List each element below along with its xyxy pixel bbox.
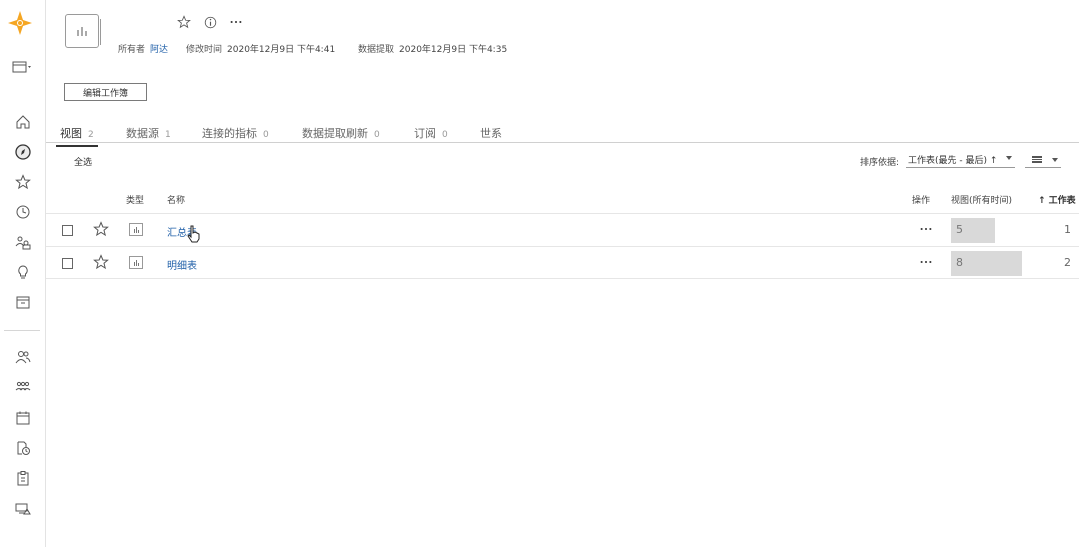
row-checkbox[interactable]	[62, 225, 73, 236]
tab-data-sources[interactable]: 数据源 1	[126, 125, 171, 141]
tab-lineage[interactable]: 世系	[480, 125, 502, 141]
site-switcher-icon[interactable]	[0, 55, 46, 79]
sort-dropdown[interactable]: 工作表(最先 - 最后) ↑	[906, 151, 1015, 168]
recommendations-lightbulb-icon[interactable]	[0, 260, 46, 284]
column-header-sheet[interactable]: ↑ 工作表	[1038, 193, 1076, 206]
recents-clock-icon[interactable]	[0, 200, 46, 224]
tab-label: 订阅	[414, 127, 436, 140]
workbook-thumbnail	[65, 14, 101, 48]
tableau-logo[interactable]	[7, 10, 33, 36]
explore-icon[interactable]	[0, 140, 46, 164]
column-header-type[interactable]: 类型	[126, 193, 144, 206]
views-count: 8	[956, 256, 963, 269]
tab-subscriptions[interactable]: 订阅 0	[414, 125, 448, 141]
owner-link[interactable]: 阿达	[150, 45, 168, 55]
tasks-clock-icon[interactable]	[0, 436, 46, 460]
edit-workbook-button[interactable]: 编辑工作簿	[64, 83, 147, 101]
view-name-link[interactable]: 明细表	[167, 257, 197, 272]
column-header-name[interactable]: 名称	[167, 193, 185, 206]
modified-value: 2020年12月9日 下午4:41	[227, 45, 336, 55]
hand-cursor-icon	[187, 225, 200, 243]
table-row: 明细表 8 2	[46, 246, 1079, 279]
view-mode-dropdown[interactable]	[1025, 151, 1061, 168]
extract-meta: 数据提取 2020年12月9日 下午4:35	[358, 42, 507, 55]
row-more-actions-icon[interactable]	[919, 222, 933, 236]
view-type-icon	[129, 256, 143, 269]
schedules-calendar-icon[interactable]	[0, 406, 46, 430]
tab-views[interactable]: 视图 2	[56, 125, 98, 147]
favorite-star-icon[interactable]	[93, 254, 109, 270]
users-icon[interactable]	[0, 345, 46, 369]
extract-value: 2020年12月9日 下午4:35	[399, 45, 508, 55]
tab-label: 视图	[60, 127, 82, 140]
tab-bar: 视图 2 数据源 1 连接的指标 0 数据提取刷新 0 订阅 0 世系	[46, 122, 1079, 147]
column-header-views[interactable]: 视图(所有时间)	[951, 193, 1012, 206]
favorites-star-icon[interactable]	[0, 170, 46, 194]
tab-count: 0	[374, 130, 380, 140]
server-status-icon[interactable]	[0, 496, 46, 520]
jobs-clipboard-icon[interactable]	[0, 466, 46, 490]
info-icon[interactable]	[202, 14, 218, 30]
tab-count: 0	[263, 130, 269, 140]
sheet-number: 1	[1064, 223, 1071, 236]
tab-count: 0	[442, 130, 448, 140]
chevron-down-icon	[1052, 158, 1058, 162]
tab-label: 世系	[480, 127, 502, 140]
tab-extract-refreshes[interactable]: 数据提取刷新 0	[302, 125, 380, 141]
modified-meta: 修改时间 2020年12月9日 下午4:41	[186, 42, 335, 55]
tab-count: 2	[88, 130, 94, 140]
tab-connected-metrics[interactable]: 连接的指标 0	[202, 125, 269, 141]
column-header-action: 操作	[912, 196, 931, 206]
sidebar-divider	[4, 330, 40, 331]
modified-label: 修改时间	[186, 45, 223, 55]
tab-label: 数据源	[126, 127, 159, 140]
list-view-icon	[1032, 156, 1042, 163]
sort-value: 工作表(最先 - 最后) ↑	[908, 155, 998, 166]
owner-label: 所有者	[118, 45, 146, 55]
row-more-actions-icon[interactable]	[919, 255, 933, 269]
collections-box-icon[interactable]	[0, 290, 46, 314]
left-sidebar	[0, 0, 46, 547]
chevron-down-icon	[1006, 156, 1012, 160]
tab-count: 1	[165, 130, 171, 140]
favorite-star-icon[interactable]	[176, 14, 192, 30]
bar-chart-icon	[77, 27, 87, 36]
shared-with-me-icon[interactable]	[0, 230, 46, 254]
tab-label: 数据提取刷新	[302, 127, 368, 140]
groups-icon[interactable]	[0, 375, 46, 399]
home-icon[interactable]	[0, 110, 46, 134]
sort-label: 排序依据:	[860, 158, 900, 168]
row-checkbox[interactable]	[62, 258, 73, 269]
sheet-number: 2	[1064, 256, 1071, 269]
tab-label: 连接的指标	[202, 127, 257, 140]
more-actions-icon[interactable]	[228, 14, 244, 30]
views-count: 5	[956, 223, 963, 236]
extract-label: 数据提取	[358, 45, 395, 55]
select-all-link[interactable]: 全选	[74, 155, 92, 168]
favorite-star-icon[interactable]	[93, 221, 109, 237]
header-actions	[176, 14, 244, 30]
owner-meta: 所有者 阿达	[118, 42, 168, 55]
view-type-icon	[129, 223, 143, 236]
